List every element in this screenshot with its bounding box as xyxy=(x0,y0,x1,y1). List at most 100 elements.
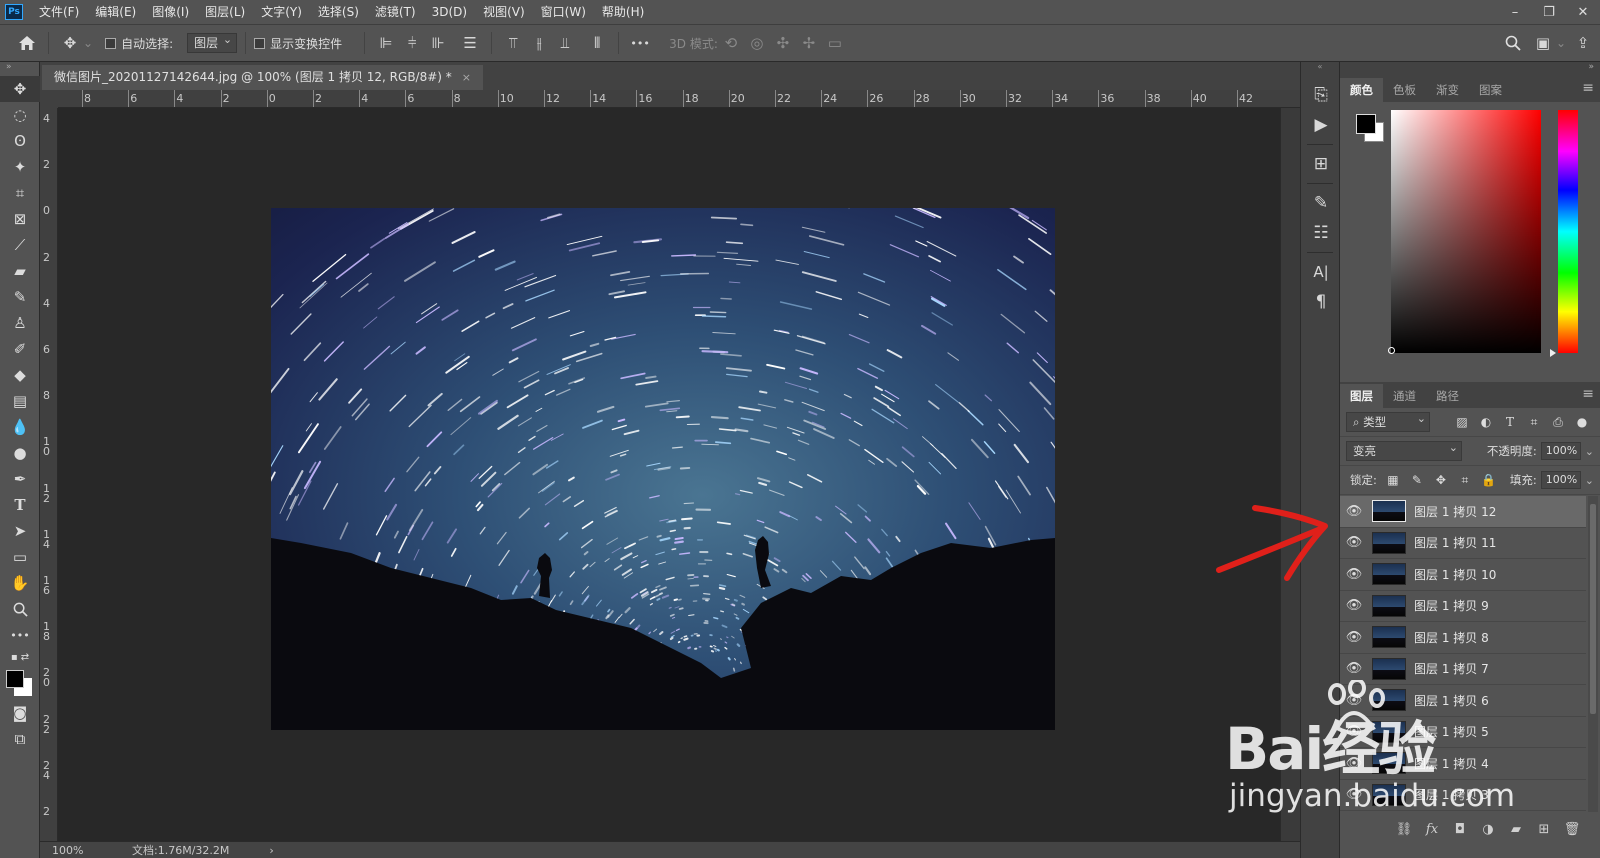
document-tab[interactable]: 微信图片_20201127142644.jpg @ 100% (图层 1 拷贝 … xyxy=(42,65,483,90)
frame-tool-icon[interactable]: ⊠ xyxy=(0,206,40,232)
layer-list-scrollbar[interactable] xyxy=(1588,496,1598,812)
rectangle-tool-icon[interactable]: ▭ xyxy=(0,544,40,570)
hue-slider-marker[interactable] xyxy=(1550,349,1556,357)
edit-toolbar-icon[interactable]: ••• xyxy=(0,622,40,648)
menu-3d[interactable]: 3D(D) xyxy=(424,0,475,24)
new-layer-icon[interactable]: ⊞ xyxy=(1530,822,1558,837)
paragraph-panel-icon[interactable]: ¶ xyxy=(1301,287,1341,317)
expand-icon[interactable]: » xyxy=(1340,62,1600,76)
star-trail-photo[interactable] xyxy=(271,208,1055,730)
close-button[interactable]: ✕ xyxy=(1566,0,1600,24)
history-brush-tool-icon[interactable]: ✐ xyxy=(0,336,40,362)
menu-view[interactable]: 视图(V) xyxy=(475,0,533,24)
foreground-color-swatch[interactable] xyxy=(6,670,24,688)
magic-wand-tool-icon[interactable]: ✦ xyxy=(0,154,40,180)
actions-play-icon[interactable]: ▶ xyxy=(1301,110,1341,140)
tab-color[interactable]: 颜色 xyxy=(1340,78,1383,102)
dodge-tool-icon[interactable]: ● xyxy=(0,440,40,466)
canvas-area[interactable] xyxy=(58,108,1280,841)
brush-settings-icon[interactable]: ✎ xyxy=(1301,188,1341,218)
show-transform-checkbox[interactable]: 显示变换控件 xyxy=(254,35,342,52)
auto-select-target-dropdown[interactable]: 图层 xyxy=(187,31,238,53)
gradient-tool-icon[interactable]: ▤ xyxy=(0,388,40,414)
quick-mask-icon[interactable]: ◙ xyxy=(0,700,40,726)
opacity-input[interactable]: 100% xyxy=(1540,442,1581,460)
delete-layer-icon[interactable]: 🗑 xyxy=(1558,822,1586,837)
zoom-level[interactable]: 100% xyxy=(52,844,122,857)
screen-mode-icon[interactable]: ⧉ xyxy=(0,726,40,752)
lock-position-icon[interactable]: ✥ xyxy=(1429,473,1453,487)
zoom-tool-icon[interactable] xyxy=(0,596,40,622)
checkbox-box[interactable] xyxy=(254,37,266,49)
lasso-tool-icon[interactable]: ʘ xyxy=(0,128,40,154)
distribute-h-icon[interactable]: ⦀ xyxy=(584,30,610,56)
tab-channels[interactable]: 通道 xyxy=(1383,384,1426,408)
align-left-icon[interactable]: ⊫ xyxy=(373,30,399,56)
lock-all-icon[interactable]: 🔒 xyxy=(1477,473,1501,487)
chevron-down-icon[interactable]: ⌄ xyxy=(1556,36,1566,50)
filter-type-icon[interactable]: T xyxy=(1498,415,1522,429)
filter-smart-object-icon[interactable]: ⎙ xyxy=(1546,415,1570,430)
blend-mode-dropdown[interactable]: 变亮 xyxy=(1346,439,1462,461)
menu-type[interactable]: 文字(Y) xyxy=(253,0,310,24)
layer-row[interactable]: 👁 图层 1 拷贝 11 xyxy=(1340,528,1586,559)
search-icon[interactable] xyxy=(1500,30,1526,56)
color-picker-marker[interactable] xyxy=(1388,347,1395,354)
menu-image[interactable]: 图像(I) xyxy=(144,0,197,24)
menu-window[interactable]: 窗口(W) xyxy=(533,0,594,24)
align-center-h-icon[interactable]: ⫩ xyxy=(399,30,425,56)
collapse-icon[interactable]: « xyxy=(1301,62,1339,72)
layer-filter-dropdown[interactable]: ⌕ 类型 xyxy=(1346,410,1430,432)
menu-help[interactable]: 帮助(H) xyxy=(594,0,652,24)
3d-orbit-icon[interactable]: ⟲ xyxy=(718,30,744,56)
menu-select[interactable]: 选择(S) xyxy=(310,0,367,24)
more-options-icon[interactable]: ••• xyxy=(627,30,653,56)
clone-stamp-tool-icon[interactable]: ♙ xyxy=(0,310,40,336)
menu-edit[interactable]: 编辑(E) xyxy=(87,0,144,24)
blur-tool-icon[interactable]: 💧 xyxy=(0,414,40,440)
type-tool-icon[interactable]: T xyxy=(0,492,40,518)
color-saturation-field[interactable] xyxy=(1391,110,1541,353)
filter-shape-icon[interactable]: ⌗ xyxy=(1522,415,1546,430)
pen-tool-icon[interactable]: ✒ xyxy=(0,466,40,492)
tab-paths[interactable]: 路径 xyxy=(1426,384,1469,408)
menu-layer[interactable]: 图层(L) xyxy=(197,0,253,24)
eraser-tool-icon[interactable]: ◆ xyxy=(0,362,40,388)
hand-tool-icon[interactable]: ✋ xyxy=(0,570,40,596)
close-tab-icon[interactable]: × xyxy=(462,65,471,90)
layer-row[interactable]: 👁 图层 1 拷贝 10 xyxy=(1340,559,1586,591)
foreground-color-swatch[interactable] xyxy=(1356,114,1376,134)
home-icon[interactable] xyxy=(14,30,40,56)
menu-file[interactable]: 文件(F) xyxy=(31,0,87,24)
visibility-eye-icon[interactable]: 👁 xyxy=(1340,630,1368,645)
restore-button[interactable]: ❐ xyxy=(1532,0,1566,24)
filter-adjustment-icon[interactable]: ◐ xyxy=(1474,415,1498,429)
status-menu-arrow[interactable]: › xyxy=(269,844,273,857)
tab-layers[interactable]: 图层 xyxy=(1340,384,1383,408)
marquee-tool-icon[interactable]: ◌ xyxy=(0,102,40,128)
tab-swatches[interactable]: 色板 xyxy=(1383,78,1426,102)
layer-list-scrollbar-thumb[interactable] xyxy=(1590,504,1596,714)
lock-transparent-icon[interactable]: ▦ xyxy=(1381,473,1405,487)
align-bottom-icon[interactable]: ⫫ xyxy=(552,30,578,56)
workspace-icon[interactable]: ▣ xyxy=(1530,30,1556,56)
3d-roll-icon[interactable]: ◎ xyxy=(744,30,770,56)
move-tool-icon[interactable]: ✥ xyxy=(0,76,40,102)
3d-pan-icon[interactable]: ✣ xyxy=(770,30,796,56)
visibility-eye-icon[interactable]: 👁 xyxy=(1340,598,1368,613)
toolbox-collapse-icon[interactable]: » xyxy=(0,62,39,76)
properties-panel-icon[interactable]: ⊞ xyxy=(1301,149,1341,179)
menu-filter[interactable]: 滤镜(T) xyxy=(367,0,424,24)
checkbox-box[interactable] xyxy=(105,37,117,49)
chevron-down-icon[interactable]: ⌄ xyxy=(83,36,93,50)
lock-image-icon[interactable]: ✎ xyxy=(1405,473,1429,487)
crop-tool-icon[interactable]: ⌗ xyxy=(0,180,40,206)
share-icon[interactable]: ⇪ xyxy=(1570,30,1596,56)
layer-row[interactable]: 👁 图层 1 拷贝 9 xyxy=(1340,591,1586,622)
color-swatches[interactable] xyxy=(0,666,40,700)
minimize-button[interactable]: – xyxy=(1498,0,1532,24)
path-selection-tool-icon[interactable]: ➤ xyxy=(0,518,40,544)
healing-brush-tool-icon[interactable]: ▰ xyxy=(0,258,40,284)
lock-artboard-icon[interactable]: ⌗ xyxy=(1453,473,1477,488)
distribute-v-icon[interactable]: ☰ xyxy=(457,30,483,56)
